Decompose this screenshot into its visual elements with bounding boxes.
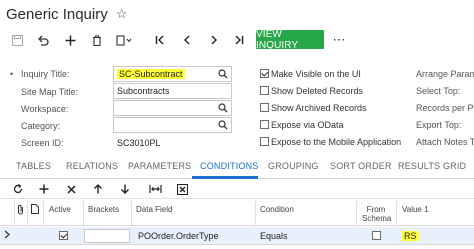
row-from-schema-checkbox[interactable] bbox=[372, 231, 381, 240]
export-excel-icon[interactable] bbox=[174, 182, 190, 196]
tab-tables[interactable]: TABLES bbox=[16, 161, 51, 171]
expose-mobile-label: Expose to the Mobile Application bbox=[271, 137, 402, 147]
more-icon[interactable]: ⋯ bbox=[330, 28, 348, 52]
required-marker: • bbox=[10, 69, 14, 79]
favorite-star-icon[interactable]: ☆ bbox=[116, 6, 128, 22]
row-value1-value: RS bbox=[402, 231, 419, 241]
save-icon[interactable] bbox=[8, 28, 26, 52]
data-field-column-header[interactable]: Data Field bbox=[136, 205, 172, 214]
note-column-icon bbox=[31, 204, 39, 216]
active-column-header[interactable]: Active bbox=[49, 205, 71, 214]
view-inquiry-button[interactable]: VIEW INQUIRY bbox=[256, 29, 324, 51]
inquiry-title-field[interactable]: SC-Subcontract bbox=[113, 66, 232, 82]
arrange-parameters-label: Arrange Parame bbox=[416, 69, 474, 79]
fit-columns-icon[interactable] bbox=[147, 182, 163, 196]
workspace-label: Workspace: bbox=[21, 104, 69, 114]
undo-icon[interactable] bbox=[34, 28, 52, 52]
make-visible-label: Make Visible on the UI bbox=[271, 69, 361, 79]
from-schema-header-line1: From bbox=[366, 205, 386, 214]
export-top-label: Export Top: bbox=[416, 120, 462, 130]
column-separator bbox=[14, 201, 15, 225]
add-row-icon[interactable] bbox=[37, 182, 51, 196]
tab-sort-order[interactable]: SORT ORDER bbox=[330, 161, 392, 171]
show-archived-checkbox[interactable] bbox=[260, 103, 269, 112]
previous-record-icon[interactable] bbox=[179, 28, 195, 52]
expose-odata-label: Expose via OData bbox=[271, 120, 344, 130]
records-per-page-label: Records per Pag bbox=[416, 103, 474, 113]
column-separator bbox=[43, 201, 44, 225]
table-row[interactable]: POOrder.OrderType Equals RS bbox=[0, 227, 474, 245]
inquiry-title-label: Inquiry Title: bbox=[21, 69, 70, 79]
expose-mobile-checkbox[interactable] bbox=[260, 137, 269, 146]
tab-conditions[interactable]: CONDITIONS bbox=[200, 161, 259, 171]
workspace-field[interactable] bbox=[113, 100, 232, 116]
grid-header: Active Brackets Data Field Condition Fro… bbox=[0, 198, 474, 226]
delete-row-icon[interactable] bbox=[64, 182, 78, 196]
move-down-icon[interactable] bbox=[118, 182, 132, 196]
site-map-title-label: Site Map Title: bbox=[21, 87, 79, 97]
value1-column-header[interactable]: Value 1 bbox=[402, 205, 429, 214]
row-condition-value[interactable]: Equals bbox=[260, 231, 288, 241]
delete-icon[interactable] bbox=[88, 28, 106, 52]
tab-parameters[interactable]: PARAMETERS bbox=[128, 161, 191, 171]
category-field[interactable] bbox=[113, 117, 232, 133]
select-top-label: Select Top: bbox=[416, 86, 461, 96]
row-active-checkbox[interactable] bbox=[59, 231, 68, 240]
tab-grouping[interactable]: GROUPING bbox=[268, 161, 319, 171]
last-record-icon[interactable] bbox=[231, 28, 247, 52]
column-separator bbox=[83, 201, 84, 225]
show-deleted-label: Show Deleted Records bbox=[271, 86, 364, 96]
column-separator bbox=[131, 201, 132, 225]
move-up-icon[interactable] bbox=[91, 182, 105, 196]
from-schema-header-line2: Schema bbox=[362, 214, 392, 223]
attachment-column-icon bbox=[17, 204, 24, 217]
tab-bar: TABLES RELATIONS PARAMETERS CONDITIONS G… bbox=[0, 155, 474, 179]
make-visible-checkbox[interactable] bbox=[260, 69, 269, 78]
row-expand-icon[interactable] bbox=[4, 230, 10, 241]
main-toolbar: VIEW INQUIRY ⋯ bbox=[0, 28, 474, 52]
row-brackets-cell[interactable] bbox=[84, 229, 130, 243]
column-separator bbox=[27, 201, 28, 225]
category-label: Category: bbox=[21, 121, 61, 131]
brackets-column-header[interactable]: Brackets bbox=[88, 205, 119, 214]
add-icon[interactable] bbox=[61, 28, 79, 52]
grid-toolbar bbox=[0, 180, 474, 198]
column-separator bbox=[356, 201, 357, 225]
copy-paste-icon[interactable] bbox=[113, 28, 135, 52]
from-schema-column-header[interactable]: From Schema bbox=[362, 205, 392, 223]
show-deleted-checkbox[interactable] bbox=[260, 86, 269, 95]
search-icon[interactable] bbox=[218, 120, 228, 132]
tab-relations[interactable]: RELATIONS bbox=[66, 161, 118, 171]
next-record-icon[interactable] bbox=[206, 28, 222, 52]
title-row: Generic Inquiry ☆ bbox=[6, 4, 127, 24]
row-value1-cell[interactable]: RS bbox=[402, 231, 419, 241]
page-title: Generic Inquiry bbox=[6, 5, 108, 23]
condition-column-header[interactable]: Condition bbox=[260, 205, 294, 214]
screen-id-value: SC3010PL bbox=[117, 138, 161, 148]
attach-notes-label: Attach Notes To bbox=[416, 137, 474, 147]
show-archived-label: Show Archived Records bbox=[271, 103, 367, 113]
site-map-title-value: Subcontracts bbox=[117, 86, 170, 96]
column-separator bbox=[396, 201, 397, 225]
site-map-title-field[interactable]: Subcontracts bbox=[113, 83, 232, 99]
search-icon[interactable] bbox=[218, 103, 228, 115]
search-icon[interactable] bbox=[218, 69, 228, 81]
row-data-field-value[interactable]: POOrder.OrderType bbox=[138, 231, 219, 241]
active-tab-indicator bbox=[192, 176, 258, 179]
refresh-icon[interactable] bbox=[11, 182, 25, 196]
column-separator bbox=[255, 201, 256, 225]
inquiry-title-value: SC-Subcontract bbox=[117, 69, 185, 79]
screen-id-label: Screen ID: bbox=[21, 138, 64, 148]
tab-results-grid[interactable]: RESULTS GRID bbox=[398, 161, 466, 171]
first-record-icon[interactable] bbox=[152, 28, 168, 52]
expose-odata-checkbox[interactable] bbox=[260, 120, 269, 129]
